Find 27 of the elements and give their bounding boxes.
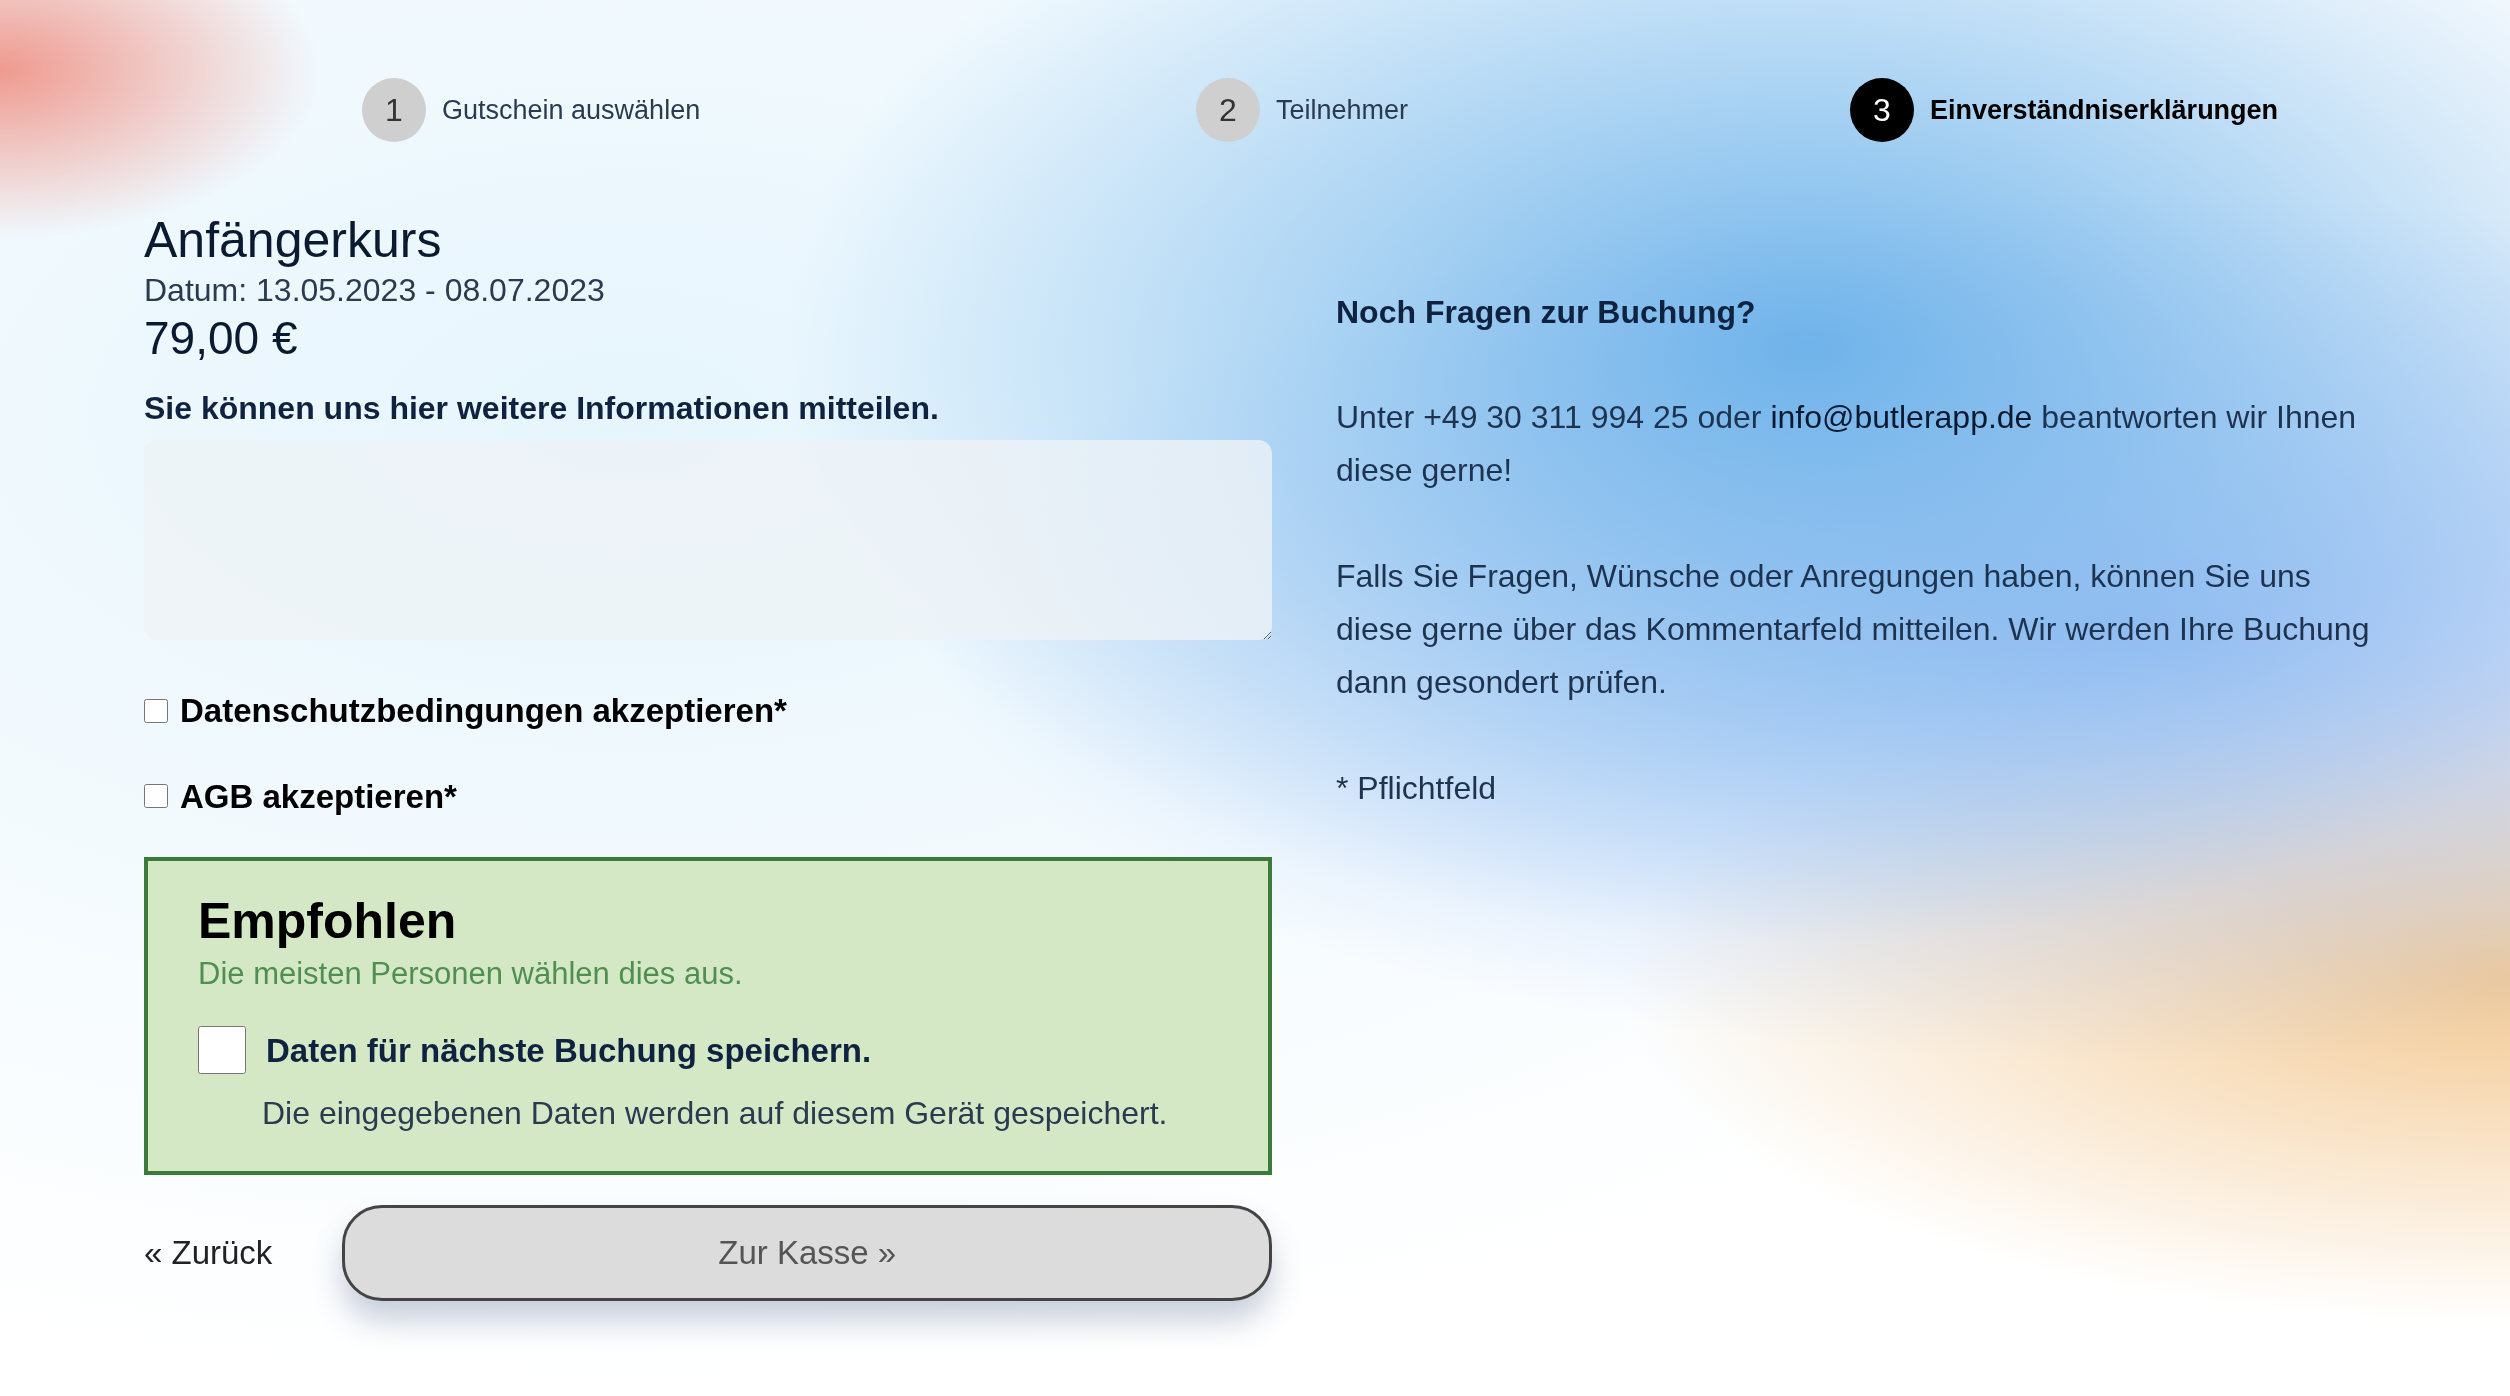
step-number: 2 bbox=[1196, 78, 1260, 142]
save-data-description: Die eingegebenen Daten werden auf diesem Gerät gespeichert. bbox=[262, 1094, 1169, 1133]
contact-text: Unter +49 30 311 994 25 oder info@butlerapp.de beantworten wir Ihnen diese gerne! bbox=[1336, 398, 2358, 490]
step-label: Teilnehmer bbox=[1276, 93, 1409, 127]
course-price: 79,00 € bbox=[144, 311, 299, 366]
recommendation-title: Empfohlen bbox=[198, 892, 458, 951]
checkout-button[interactable]: Zur Kasse » bbox=[342, 1205, 1272, 1301]
consent-label: Datenschutzbedingungen akzeptieren* bbox=[180, 691, 787, 731]
consent-checkbox[interactable] bbox=[144, 784, 168, 809]
back-link[interactable]: « Zurück bbox=[144, 1228, 273, 1278]
consent-checkbox[interactable] bbox=[144, 698, 168, 723]
course-title: Anfängerkurs bbox=[144, 211, 443, 270]
comment-field[interactable] bbox=[144, 440, 1272, 640]
email-link[interactable]: info@butlerapp.de bbox=[1770, 399, 2033, 435]
comment-label: Sie können uns hier weitere Informationen mitteilen. bbox=[144, 389, 940, 428]
save-data-label: Daten für nächste Buchung speichern. bbox=[266, 1030, 872, 1071]
course-date: Datum: 13.05.2023 - 08.07.2023 bbox=[144, 271, 606, 310]
step-label: Gutschein auswählen bbox=[442, 93, 701, 127]
step-number: 1 bbox=[362, 78, 426, 142]
step-number: 3 bbox=[1850, 78, 1914, 142]
consent-label: AGB akzeptieren* bbox=[180, 776, 457, 817]
help-heading: Noch Fragen zur Buchung? bbox=[1336, 293, 1757, 332]
help-paragraph: Falls Sie Fragen, Wünsche oder Anregungen haben, können Sie uns diese gerne über das Kommentarfeld mitteilen. Wir werden Ihre Buchung dann gesondert prüfen. bbox=[1336, 557, 2371, 702]
step-label: Einverständniserklärungen bbox=[1930, 93, 2279, 127]
save-data-checkbox[interactable] bbox=[198, 1026, 246, 1075]
required-note: * Pflichtfeld bbox=[1336, 769, 1498, 808]
recommendation-subtitle: Die meisten Personen wählen dies aus. bbox=[198, 955, 744, 993]
